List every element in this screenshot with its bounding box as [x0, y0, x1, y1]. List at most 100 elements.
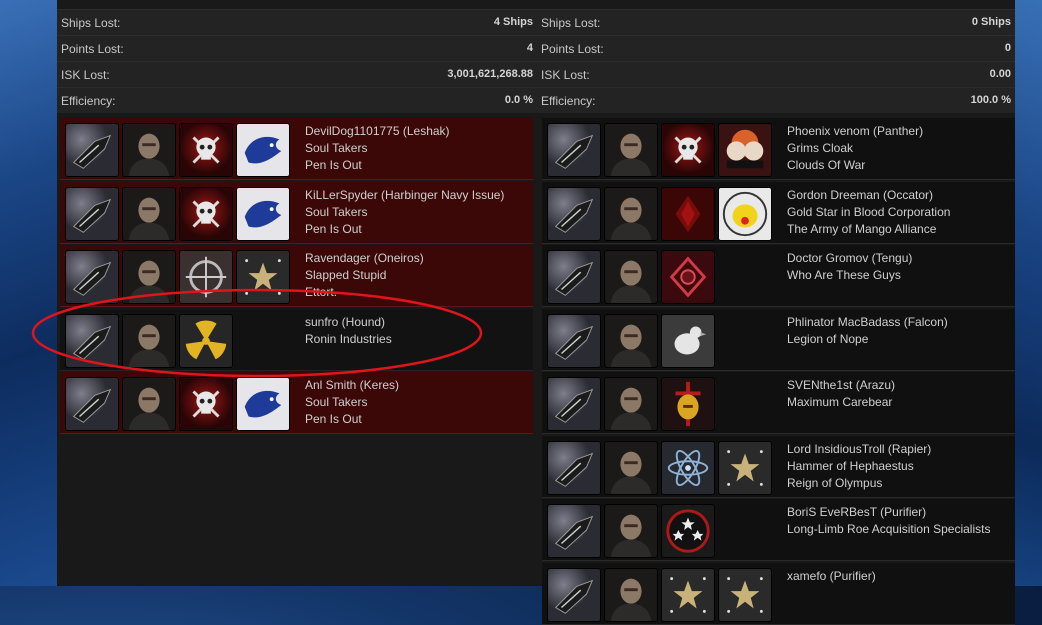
alliance-name[interactable]: Pen Is Out: [305, 157, 450, 174]
pilot-entry[interactable]: xamefo (Purifier): [542, 562, 1015, 625]
skull-icon[interactable]: [661, 123, 715, 177]
pilot-entry[interactable]: Phoenix venom (Panther) Grims Cloak Clouds…: [542, 118, 1015, 180]
ship-icon[interactable]: [65, 313, 119, 368]
pilot-name-ship[interactable]: DevilDog1101775 (Leshak): [305, 123, 450, 140]
chicken-logo-icon[interactable]: [661, 313, 715, 368]
corporation-name[interactable]: Gold Star in Blood Corporation: [787, 204, 950, 221]
corporation-name[interactable]: [787, 585, 876, 602]
pilot-info: Doctor Gromov (Tengu) Who Are These Guys: [787, 250, 912, 301]
pilot-name-ship[interactable]: Anl Smith (Keres): [305, 377, 399, 394]
star-icon[interactable]: [661, 567, 715, 622]
portrait-icon[interactable]: [604, 250, 658, 304]
portrait-icon[interactable]: [604, 504, 658, 558]
alliance-name[interactable]: Clouds Of War: [787, 157, 923, 174]
portrait-icon[interactable]: [604, 313, 658, 368]
mango-logo-icon[interactable]: [718, 186, 772, 241]
stars-circle-icon[interactable]: [661, 504, 715, 558]
ship-icon[interactable]: [547, 123, 601, 177]
helmet-logo-icon[interactable]: [661, 377, 715, 431]
corporation-name[interactable]: Ronin Industries: [305, 331, 392, 348]
corporation-name[interactable]: Soul Takers: [305, 394, 399, 411]
red-logo-icon[interactable]: [661, 186, 715, 241]
radiation-icon[interactable]: [179, 313, 233, 368]
corporation-name[interactable]: Soul Takers: [305, 204, 504, 221]
pilot-entry[interactable]: Doctor Gromov (Tengu) Who Are These Guys: [542, 245, 1015, 307]
atom-icon[interactable]: [661, 440, 715, 495]
skull-icon[interactable]: [179, 123, 233, 177]
alliance-name[interactable]: [787, 411, 895, 428]
alliance-name[interactable]: Pen Is Out: [305, 221, 504, 238]
skull-icon[interactable]: [179, 377, 233, 431]
pilot-entry[interactable]: sunfro (Hound) Ronin Industries: [60, 308, 533, 371]
pilot-name-ship[interactable]: Lord InsidiousTroll (Rapier): [787, 441, 931, 458]
portrait-icon[interactable]: [122, 313, 176, 368]
crosshair-icon[interactable]: [179, 250, 233, 304]
lion-logo-icon[interactable]: [236, 186, 290, 241]
pilot-name-ship[interactable]: KiLLerSpyder (Harbinger Navy Issue): [305, 187, 504, 204]
ship-icon[interactable]: [547, 250, 601, 304]
pilot-name-ship[interactable]: BoriS EveRBesT (Purifier): [787, 504, 990, 521]
portrait-icon[interactable]: [604, 567, 658, 622]
star-icon[interactable]: [236, 250, 290, 304]
pilot-name-ship[interactable]: xamefo (Purifier): [787, 568, 876, 585]
star-icon[interactable]: [718, 567, 772, 622]
pilot-entry[interactable]: Phlinator MacBadass (Falcon) Legion of No…: [542, 308, 1015, 371]
pilot-name-ship[interactable]: sunfro (Hound): [305, 314, 392, 331]
diamond-logo-icon[interactable]: [661, 250, 715, 304]
alliance-name[interactable]: [787, 538, 990, 555]
corporation-name[interactable]: Slapped Stupid: [305, 267, 424, 284]
ship-icon[interactable]: [65, 123, 119, 177]
portrait-icon[interactable]: [604, 440, 658, 495]
portrait-icon[interactable]: [122, 186, 176, 241]
portrait-icon[interactable]: [122, 123, 176, 177]
pilot-name-ship[interactable]: Gordon Dreeman (Occator): [787, 187, 950, 204]
corporation-name[interactable]: Maximum Carebear: [787, 394, 895, 411]
ship-icon[interactable]: [547, 567, 601, 622]
alliance-name[interactable]: Reign of Olympus: [787, 475, 931, 492]
alliance-name[interactable]: [305, 348, 392, 365]
portrait-icon[interactable]: [604, 377, 658, 431]
portrait-icon[interactable]: [604, 186, 658, 241]
ship-icon[interactable]: [547, 377, 601, 431]
pilot-entry[interactable]: BoriS EveRBesT (Purifier) Long-Limb Roe A…: [542, 499, 1015, 561]
pilot-entry[interactable]: Anl Smith (Keres) Soul Takers Pen Is Out: [60, 372, 533, 434]
pilot-entry[interactable]: SVENthe1st (Arazu) Maximum Carebear: [542, 372, 1015, 434]
alliance-name[interactable]: The Army of Mango Alliance: [787, 221, 950, 238]
ship-icon[interactable]: [65, 186, 119, 241]
alliance-name[interactable]: Pen Is Out: [305, 411, 399, 428]
pilot-entry[interactable]: Lord InsidiousTroll (Rapier) Hammer of He…: [542, 435, 1015, 498]
corporation-name[interactable]: Long-Limb Roe Acquisition Specialists: [787, 521, 990, 538]
pilot-entry[interactable]: DevilDog1101775 (Leshak) Soul Takers Pen I…: [60, 118, 533, 180]
ship-icon[interactable]: [65, 250, 119, 304]
portrait-icon[interactable]: [122, 377, 176, 431]
skull-icon[interactable]: [179, 186, 233, 241]
corporation-name[interactable]: Who Are These Guys: [787, 267, 912, 284]
pilot-name-ship[interactable]: Phlinator MacBadass (Falcon): [787, 314, 948, 331]
ship-icon[interactable]: [547, 186, 601, 241]
ship-icon[interactable]: [547, 313, 601, 368]
ship-icon[interactable]: [547, 504, 601, 558]
alliance-name[interactable]: Ettort.: [305, 284, 424, 301]
pilot-name-ship[interactable]: SVENthe1st (Arazu): [787, 377, 895, 394]
clouds-logo-icon[interactable]: [718, 123, 772, 177]
portrait-icon[interactable]: [604, 123, 658, 177]
pilot-name-ship[interactable]: Doctor Gromov (Tengu): [787, 250, 912, 267]
alliance-name[interactable]: [787, 348, 948, 365]
star-icon[interactable]: [718, 440, 772, 495]
alliance-name[interactable]: [787, 602, 876, 619]
ship-icon[interactable]: [65, 377, 119, 431]
alliance-name[interactable]: [787, 284, 912, 301]
corporation-name[interactable]: Grims Cloak: [787, 140, 923, 157]
pilot-name-ship[interactable]: Ravendager (Oneiros): [305, 250, 424, 267]
ship-icon[interactable]: [547, 440, 601, 495]
pilot-entry[interactable]: Ravendager (Oneiros) Slapped Stupid Ettort…: [60, 245, 533, 307]
portrait-icon[interactable]: [122, 250, 176, 304]
lion-logo-icon[interactable]: [236, 123, 290, 177]
corporation-name[interactable]: Soul Takers: [305, 140, 450, 157]
corporation-name[interactable]: Hammer of Hephaestus: [787, 458, 931, 475]
pilot-entry[interactable]: Gordon Dreeman (Occator) Gold Star in Blo…: [542, 181, 1015, 244]
corporation-name[interactable]: Legion of Nope: [787, 331, 948, 348]
lion-logo-icon[interactable]: [236, 377, 290, 431]
pilot-entry[interactable]: KiLLerSpyder (Harbinger Navy Issue) Soul …: [60, 181, 533, 244]
pilot-name-ship[interactable]: Phoenix venom (Panther): [787, 123, 923, 140]
